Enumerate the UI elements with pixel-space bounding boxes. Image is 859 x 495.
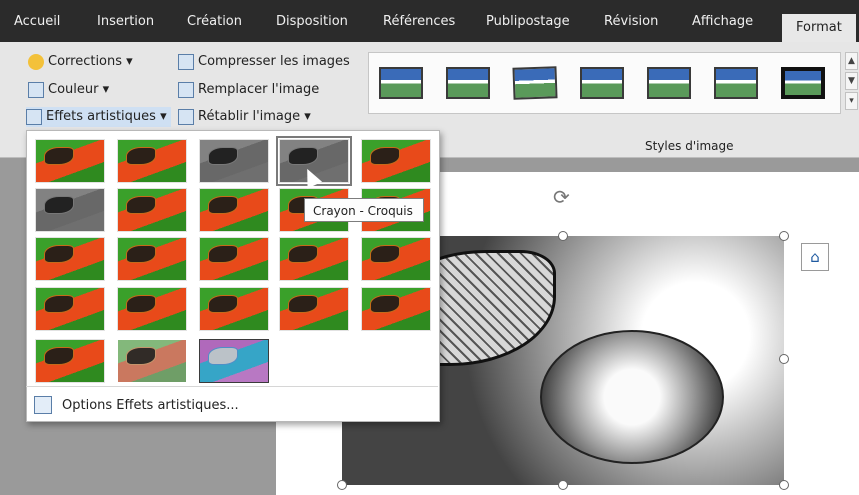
remplacer-label: Remplacer l'image [198, 82, 320, 97]
reset-picture-icon [178, 109, 194, 125]
effect-item[interactable] [35, 339, 105, 383]
effect-item[interactable] [199, 139, 269, 183]
picture-style-thumb[interactable] [647, 67, 691, 99]
picture-style-thumb[interactable] [781, 67, 825, 99]
tab-references[interactable]: Références [383, 10, 455, 34]
compress-icon [178, 54, 194, 70]
effect-item[interactable] [199, 188, 269, 232]
tab-disposition[interactable]: Disposition [276, 10, 348, 34]
artistic-effects-icon [26, 109, 42, 125]
styles-group-label: Styles d'image [645, 139, 734, 153]
tab-insertion[interactable]: Insertion [97, 10, 154, 34]
change-picture-icon [178, 82, 194, 98]
tab-publipostage[interactable]: Publipostage [486, 10, 570, 34]
tooltip: Crayon - Croquis [304, 198, 424, 222]
tab-revision[interactable]: Révision [604, 10, 658, 34]
styles-more-icon[interactable]: ▾ [845, 92, 858, 110]
artistic-effects-options-button[interactable]: Options Effets artistiques... [34, 394, 239, 416]
picture-style-thumb[interactable] [580, 67, 624, 99]
effect-item[interactable] [117, 287, 187, 331]
ribbon-tab-bar: Accueil Insertion Création Disposition R… [0, 0, 859, 42]
brush-icon [34, 396, 52, 414]
resize-handle-right[interactable] [779, 354, 789, 364]
effect-item[interactable] [361, 287, 431, 331]
effect-item[interactable] [361, 139, 431, 183]
effect-item[interactable] [279, 237, 349, 281]
compresser-button[interactable]: Compresser les images [178, 52, 350, 72]
effect-item[interactable] [35, 188, 105, 232]
resize-handle-bottom-left[interactable] [337, 480, 347, 490]
couleur-button[interactable]: Couleur ▾ [28, 80, 109, 100]
effect-item[interactable] [199, 237, 269, 281]
resize-handle-bottom[interactable] [558, 480, 568, 490]
couleur-label: Couleur ▾ [48, 82, 110, 97]
gallery-divider [26, 386, 438, 387]
corrections-button[interactable]: Corrections ▾ [28, 52, 133, 72]
resize-handle-top[interactable] [558, 231, 568, 241]
effect-item[interactable] [199, 287, 269, 331]
layout-options-icon[interactable]: ⌂ [801, 243, 829, 271]
artistic-effects-gallery [26, 130, 440, 422]
flower-sketch [540, 330, 724, 464]
remplacer-button[interactable]: Remplacer l'image [178, 80, 319, 100]
corrections-label: Corrections ▾ [48, 54, 133, 69]
effets-artistiques-button[interactable]: Effets artistiques ▾ [26, 107, 171, 127]
effect-item[interactable] [35, 287, 105, 331]
tab-affichage[interactable]: Affichage [692, 10, 753, 34]
picture-style-thumb[interactable] [446, 67, 490, 99]
effect-item[interactable] [117, 237, 187, 281]
picture-style-thumb[interactable] [512, 66, 558, 100]
effect-item[interactable] [199, 339, 269, 383]
compresser-label: Compresser les images [198, 54, 350, 69]
effect-none[interactable] [35, 139, 105, 183]
effect-item[interactable] [117, 188, 187, 232]
picture-styles-gallery [368, 52, 841, 114]
effect-item[interactable] [279, 287, 349, 331]
artistic-effects-options-label: Options Effets artistiques... [62, 397, 239, 413]
effect-item[interactable] [35, 237, 105, 281]
retablir-label: Rétablir l'image ▾ [198, 109, 311, 124]
picture-style-thumb[interactable] [714, 67, 758, 99]
styles-scroll-down-icon[interactable]: ▼ [845, 72, 858, 90]
color-icon [28, 82, 44, 98]
sun-icon [28, 54, 44, 70]
retablir-button[interactable]: Rétablir l'image ▾ [178, 107, 311, 127]
picture-style-thumb[interactable] [379, 67, 423, 99]
resize-handle-bottom-right[interactable] [779, 480, 789, 490]
effect-item[interactable] [117, 139, 187, 183]
styles-scroll-up-icon[interactable]: ▲ [845, 52, 858, 70]
tab-accueil[interactable]: Accueil [14, 10, 60, 34]
tab-creation[interactable]: Création [187, 10, 242, 34]
effect-item[interactable] [361, 237, 431, 281]
tab-format[interactable]: Format [782, 14, 856, 42]
effets-label: Effets artistiques ▾ [46, 109, 167, 124]
rotate-handle-icon[interactable]: ⟳ [553, 185, 570, 209]
effect-item[interactable] [117, 339, 187, 383]
resize-handle-top-right[interactable] [779, 231, 789, 241]
